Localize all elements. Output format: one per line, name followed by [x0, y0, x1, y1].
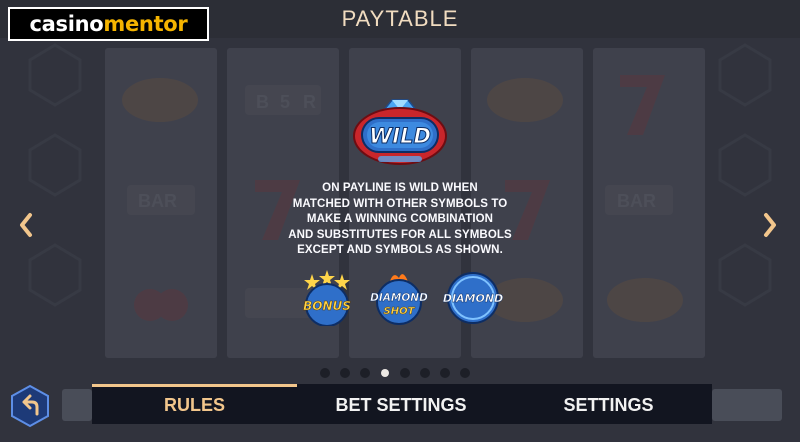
- wild-symbol: WILD: [353, 99, 447, 165]
- tab-bet-settings[interactable]: BET SETTINGS: [297, 384, 505, 424]
- pagination-dot[interactable]: [360, 368, 370, 378]
- back-button[interactable]: [10, 384, 50, 428]
- chevron-left-icon: [20, 213, 32, 237]
- bonus-label: BONUS: [303, 299, 351, 313]
- description-line: MATCHED WITH OTHER SYMBOLS TO: [292, 197, 508, 210]
- diamond-shot-label-1: DIAMOND: [370, 292, 428, 304]
- chevron-right-icon: [764, 213, 776, 237]
- tab-rules[interactable]: RULES: [92, 384, 297, 424]
- logo-part-1: casino: [29, 12, 104, 36]
- description-line: AND SUBSTITUTES FOR ALL SYMBOLS: [288, 228, 512, 241]
- pagination-dot[interactable]: [420, 368, 430, 378]
- bonus-symbol: BONUS: [303, 270, 351, 326]
- diamond-label: DIAMOND: [443, 292, 503, 305]
- pagination-dot-active[interactable]: [381, 369, 389, 377]
- logo-part-2: mentor: [103, 12, 188, 36]
- casinomentor-logo: casino mentor: [8, 7, 209, 41]
- wild-label: WILD: [369, 124, 431, 148]
- back-arrow-icon: [11, 384, 49, 428]
- description-line: ON PAYLINE IS WILD WHEN: [322, 182, 478, 194]
- bg-info-box-right: [712, 389, 782, 421]
- wild-description: ON PAYLINE IS WILD WHEN MATCHED WITH OTH…: [270, 181, 530, 259]
- previous-page-button[interactable]: [14, 208, 38, 242]
- bg-info-box-left: [62, 389, 92, 421]
- pagination-dot[interactable]: [400, 368, 410, 378]
- description-line: EXCEPT AND SYMBOLS AS SHOWN.: [297, 244, 503, 256]
- pagination-dot[interactable]: [320, 368, 330, 378]
- next-page-button[interactable]: [758, 208, 782, 242]
- pagination-dots: [320, 368, 470, 378]
- pagination-dot[interactable]: [440, 368, 450, 378]
- tab-settings[interactable]: SETTINGS: [505, 384, 712, 424]
- description-line: MAKE A WINNING COMBINATION: [306, 213, 494, 225]
- pagination-dot[interactable]: [460, 368, 470, 378]
- pagination-dot[interactable]: [340, 368, 350, 378]
- diamond-symbol: DIAMOND: [443, 272, 503, 324]
- diamond-shot-label-2: SHOT: [384, 306, 416, 317]
- diamond-shot-symbol: DIAMOND SHOT: [370, 274, 428, 325]
